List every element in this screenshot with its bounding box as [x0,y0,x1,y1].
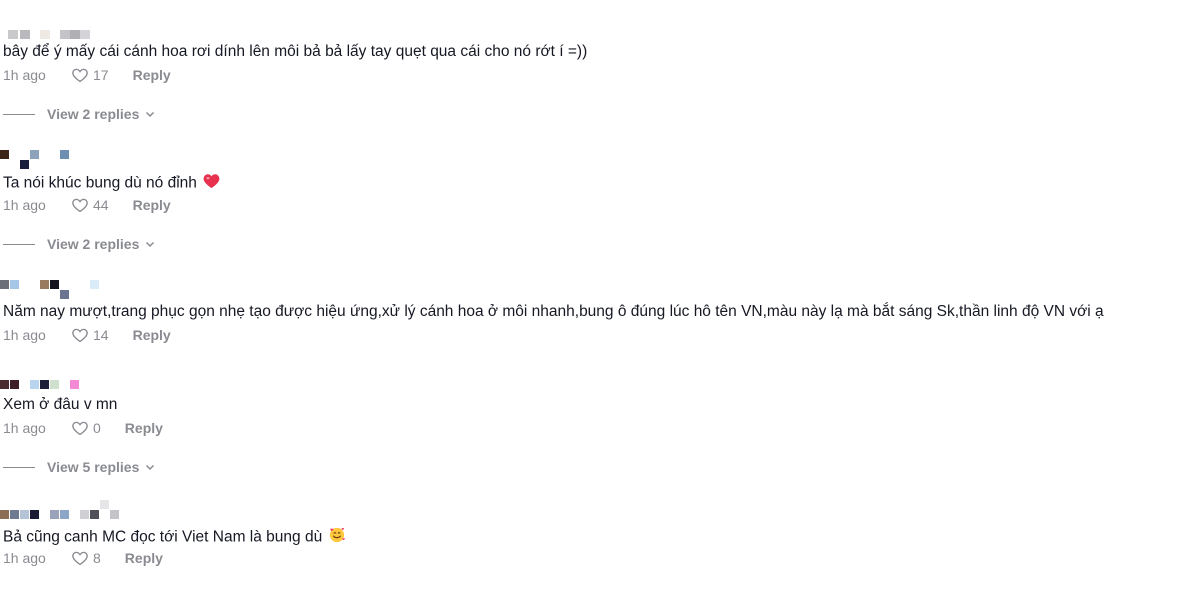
divider-line [3,466,35,468]
comment-meta: 1h ago 0 Reply [3,419,163,437]
reply-button[interactable]: Reply [133,327,171,343]
like-count: 8 [93,550,101,566]
comment-text: bây để ý mấy cái cánh hoa rơi dính lên m… [3,43,588,60]
comment-text: Xem ở đâu v mn [3,396,118,413]
like-button[interactable]: 14 [71,326,109,344]
comment-meta: 1h ago 44 Reply [3,196,171,214]
heart-outline-icon [72,68,88,83]
username-blurred[interactable] [0,500,130,520]
comment-time: 1h ago [3,550,46,566]
heart-emoji-icon [203,173,220,194]
heart-outline-icon [72,328,88,343]
view-replies-button[interactable]: View 5 replies [3,459,155,475]
like-count: 14 [93,327,109,343]
comment-meta: 1h ago 14 Reply [3,326,171,344]
heart-outline-icon [72,198,88,213]
comment-text: Năm nay mượt,trang phục gọn nhẹ tạo được… [3,303,1104,320]
heart-outline-icon [72,551,88,566]
chevron-down-icon [146,111,155,118]
divider-line [3,113,35,115]
username-blurred[interactable] [0,380,90,390]
smiling-face-with-hearts-emoji-icon [328,526,346,549]
reply-button[interactable]: Reply [125,420,163,436]
reply-button[interactable]: Reply [133,197,171,213]
like-button[interactable]: 17 [71,66,109,84]
username-blurred[interactable] [0,150,80,170]
view-replies-label: View 5 replies [47,459,140,475]
view-replies-button[interactable]: View 2 replies [3,106,155,122]
comment-time: 1h ago [3,420,46,436]
like-button[interactable]: 8 [71,549,101,567]
like-count: 17 [93,67,109,83]
view-replies-label: View 2 replies [47,106,140,122]
comment-time: 1h ago [3,67,46,83]
like-button[interactable]: 0 [71,419,101,437]
username-blurred[interactable] [8,30,98,40]
comment-meta: 1h ago 17 Reply [3,66,171,84]
reply-button[interactable]: Reply [125,550,163,566]
comment-text: Ta nói khúc bung dù nó đỉnh [3,173,220,194]
chevron-down-icon [146,464,155,471]
comment-time: 1h ago [3,197,46,213]
like-count: 0 [93,420,101,436]
comment-meta: 1h ago 8 Reply [3,549,163,567]
comment-text: Bả cũng canh MC đọc tới Viet Nam là bung… [3,526,346,549]
like-button[interactable]: 44 [71,196,109,214]
username-blurred[interactable] [0,280,110,300]
divider-line [3,243,35,245]
reply-button[interactable]: Reply [133,67,171,83]
like-count: 44 [93,197,109,213]
view-replies-label: View 2 replies [47,236,140,252]
view-replies-button[interactable]: View 2 replies [3,236,155,252]
heart-outline-icon [72,421,88,436]
chevron-down-icon [146,241,155,248]
comment-text-content: Ta nói khúc bung dù nó đỉnh [3,174,197,192]
comment-text-content: Bả cũng canh MC đọc tới Viet Nam là bung… [3,528,323,546]
comment-time: 1h ago [3,327,46,343]
